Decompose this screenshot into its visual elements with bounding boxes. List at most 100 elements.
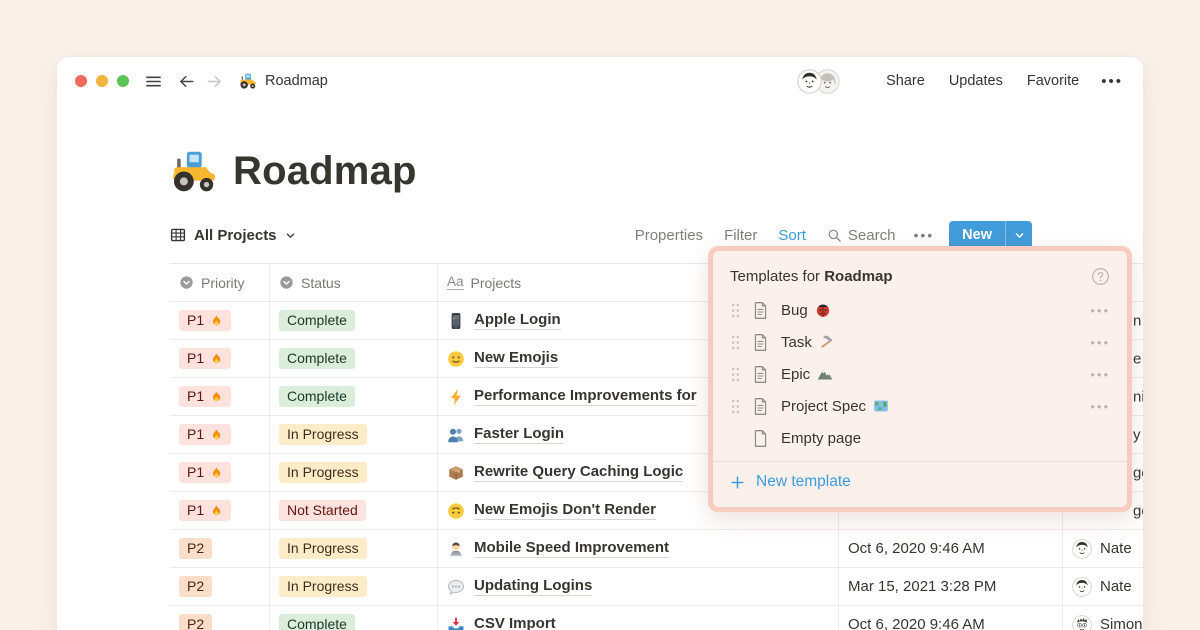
search-label: Search <box>847 226 896 244</box>
filter-button[interactable]: Filter <box>724 227 757 244</box>
page-icon <box>751 397 770 416</box>
search-button[interactable]: Search <box>827 226 896 244</box>
minimize-window-button[interactable] <box>96 75 108 87</box>
status-cell[interactable]: In Progress <box>270 416 438 453</box>
project-title[interactable]: Faster Login <box>474 425 565 444</box>
status-tag: In Progress <box>279 538 367 559</box>
fire-icon <box>209 428 223 442</box>
person-cell[interactable]: Nate <box>1063 568 1143 605</box>
view-switcher[interactable]: All Projects <box>170 227 296 244</box>
project-title[interactable]: Rewrite Query Caching Logic <box>474 463 684 482</box>
drag-handle-icon[interactable] <box>730 366 741 383</box>
status-tag: Complete <box>279 386 355 407</box>
template-item-epic[interactable]: Epic ••• <box>730 358 1110 390</box>
priority-cell[interactable]: P1 <box>170 492 270 529</box>
drag-handle-icon[interactable] <box>730 334 741 351</box>
person-cell[interactable]: Nate <box>1063 530 1143 567</box>
date-value: Oct 6, 2020 9:46 AM <box>848 540 985 557</box>
project-title[interactable]: Updating Logins <box>474 577 593 596</box>
priority-tag: P1 <box>179 386 232 407</box>
column-header-priority[interactable]: Priority <box>170 264 270 301</box>
map-icon <box>873 398 889 414</box>
template-more-icon[interactable]: ••• <box>1090 335 1110 350</box>
help-icon[interactable] <box>1091 267 1110 286</box>
date-cell[interactable]: Mar 15, 2021 3:28 PM <box>839 568 1063 605</box>
page-icon <box>751 333 770 352</box>
status-cell[interactable]: In Progress <box>270 454 438 491</box>
priority-cell[interactable]: P2 <box>170 568 270 605</box>
status-cell[interactable]: Complete <box>270 340 438 377</box>
fire-icon <box>209 352 223 366</box>
status-tag: In Progress <box>279 462 367 483</box>
status-cell[interactable]: In Progress <box>270 530 438 567</box>
project-title[interactable]: New Emojis <box>474 349 559 368</box>
project-cell[interactable]: Updating Logins <box>438 568 839 605</box>
priority-tag: P1 <box>179 500 232 521</box>
drag-handle-icon[interactable] <box>730 398 741 415</box>
template-item-task[interactable]: Task ••• <box>730 326 1110 358</box>
zoom-window-button[interactable] <box>117 75 129 87</box>
column-label: Projects <box>470 274 522 291</box>
date-cell[interactable]: Oct 6, 2020 9:46 AM <box>839 530 1063 567</box>
iphone-icon <box>447 312 465 330</box>
table-row: P2 In Progress Mobile Speed Improvement Oct… <box>170 530 1143 568</box>
clipped-cell-text: ni <box>1133 388 1143 405</box>
priority-cell[interactable]: P2 <box>170 530 270 567</box>
project-cell[interactable]: CSV Import <box>438 606 839 630</box>
close-window-button[interactable] <box>75 75 87 87</box>
new-template-button[interactable]: New template <box>730 462 1110 491</box>
forward-arrow-icon[interactable] <box>204 71 224 91</box>
window-topbar: Roadmap Share Updates Favorite ••• <box>57 57 1143 105</box>
properties-button[interactable]: Properties <box>635 227 703 244</box>
busts-icon <box>447 426 465 444</box>
table-view-icon <box>170 228 186 242</box>
page-title[interactable]: Roadmap <box>233 149 417 194</box>
status-cell[interactable]: Complete <box>270 378 438 415</box>
favorite-button[interactable]: Favorite <box>1027 73 1079 89</box>
status-cell[interactable]: Complete <box>270 302 438 339</box>
share-button[interactable]: Share <box>886 73 925 89</box>
date-cell[interactable]: Oct 6, 2020 9:46 AM <box>839 606 1063 630</box>
priority-cell[interactable]: P1 <box>170 416 270 453</box>
avatar[interactable] <box>797 68 822 94</box>
app-window: Roadmap Share Updates Favorite ••• Roadm… <box>57 57 1143 630</box>
priority-cell[interactable]: P1 <box>170 340 270 377</box>
toolbar-more-icon[interactable]: ••• <box>913 227 934 243</box>
tractor-icon <box>239 72 257 90</box>
priority-cell[interactable]: P1 <box>170 454 270 491</box>
project-title[interactable]: Apple Login <box>474 311 561 330</box>
back-arrow-icon[interactable] <box>176 71 196 91</box>
status-cell[interactable]: In Progress <box>270 568 438 605</box>
priority-cell[interactable]: P1 <box>170 378 270 415</box>
project-title[interactable]: Mobile Speed Improvement <box>474 539 670 558</box>
template-item-bug[interactable]: Bug ••• <box>730 294 1110 326</box>
status-tag: Complete <box>279 614 355 630</box>
person-name: Nate <box>1100 540 1132 557</box>
sidebar-menu-icon[interactable] <box>143 71 163 91</box>
template-label: Project Spec <box>781 398 889 415</box>
template-more-icon[interactable]: ••• <box>1090 399 1110 414</box>
template-more-icon[interactable]: ••• <box>1090 303 1110 318</box>
person-name: Nate <box>1100 578 1132 595</box>
more-options-icon[interactable]: ••• <box>1101 73 1123 90</box>
page-tractor-icon[interactable] <box>170 147 218 195</box>
project-title[interactable]: Performance Improvements for <box>474 387 697 406</box>
status-cell[interactable]: Complete <box>270 606 438 630</box>
project-cell[interactable]: Mobile Speed Improvement <box>438 530 839 567</box>
status-cell[interactable]: Not Started <box>270 492 438 529</box>
updates-button[interactable]: Updates <box>949 73 1003 89</box>
column-header-status[interactable]: Status <box>270 264 438 301</box>
priority-cell[interactable]: P2 <box>170 606 270 630</box>
breadcrumb-page-title[interactable]: Roadmap <box>265 73 328 89</box>
sort-button[interactable]: Sort <box>778 227 806 244</box>
person-cell[interactable]: Simon <box>1063 606 1143 630</box>
template-more-icon[interactable]: ••• <box>1090 367 1110 382</box>
priority-cell[interactable]: P1 <box>170 302 270 339</box>
template-item-project-spec[interactable]: Project Spec ••• <box>730 390 1110 422</box>
template-item-empty-page[interactable]: Empty page <box>730 422 1110 454</box>
drag-handle-icon[interactable] <box>730 302 741 319</box>
column-label: Priority <box>201 274 245 291</box>
project-title[interactable]: New Emojis Don't Render <box>474 501 656 520</box>
project-title[interactable]: CSV Import <box>474 615 556 630</box>
status-tag: In Progress <box>279 424 367 445</box>
